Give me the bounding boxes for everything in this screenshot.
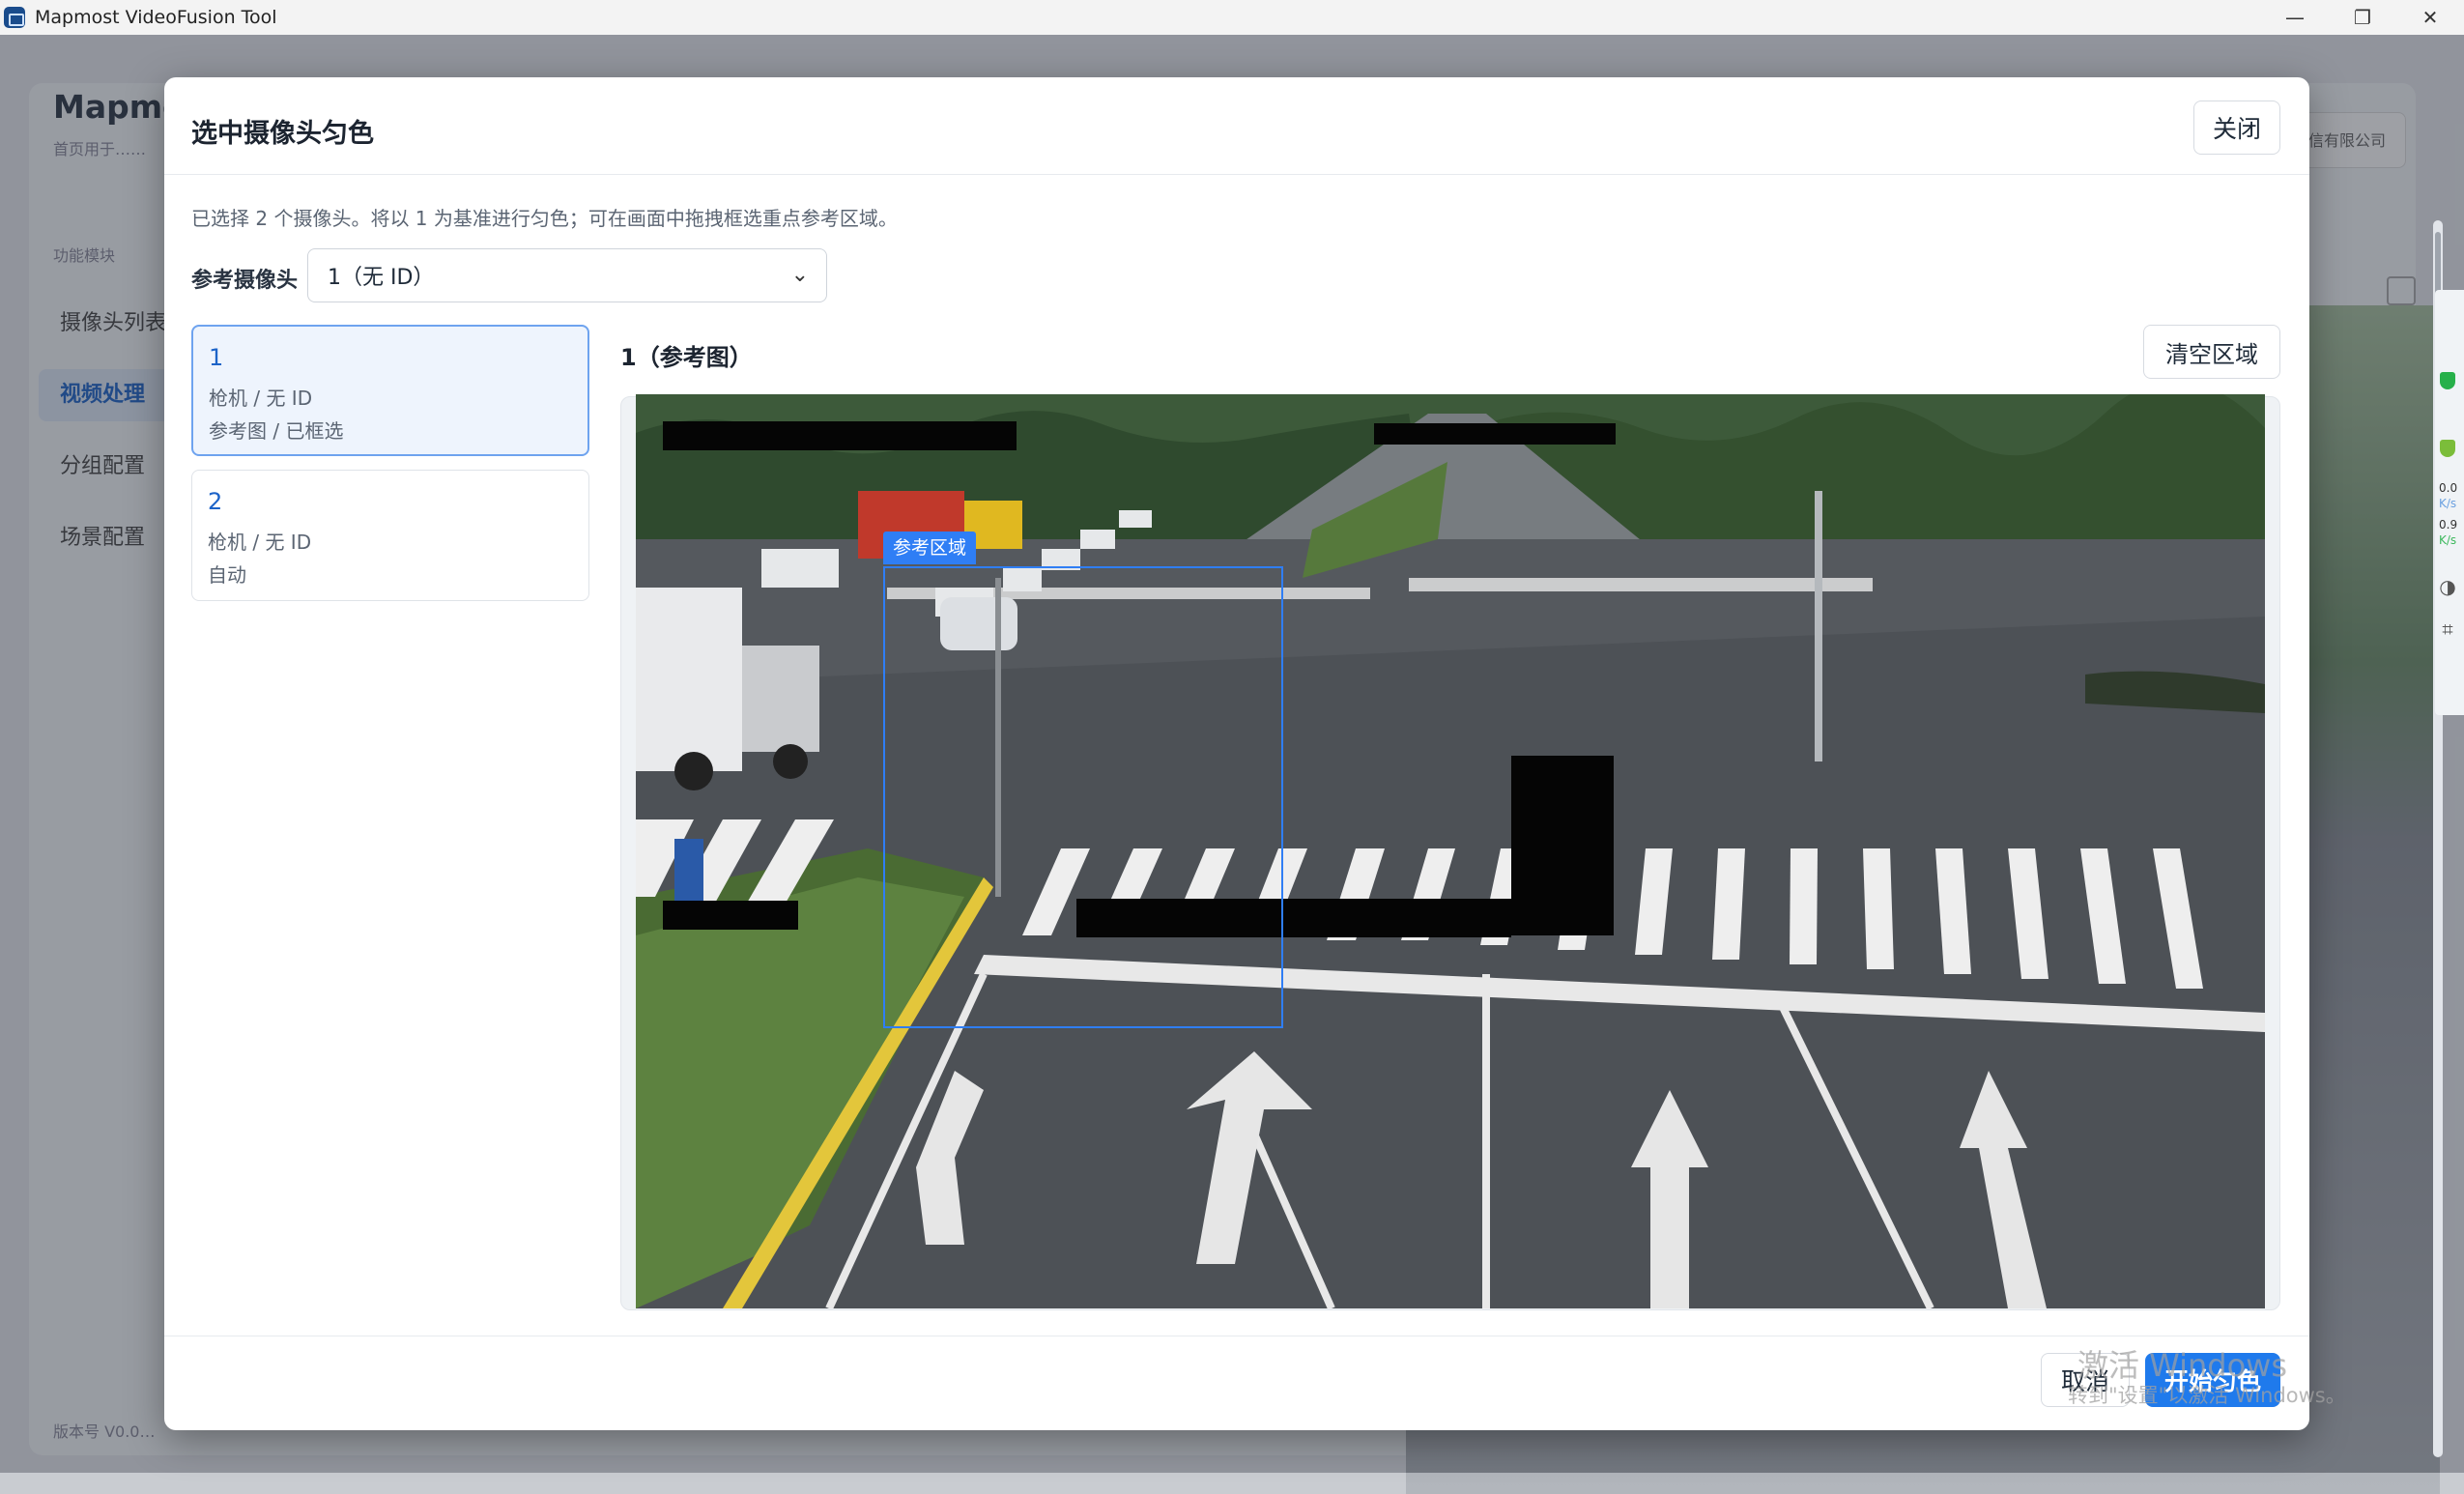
minimize-button[interactable]: — — [2261, 0, 2329, 35]
reference-camera-label: 参考摄像头 — [191, 269, 299, 293]
camera-status: 自动 — [208, 563, 246, 587]
download-speed: 0.9 — [2439, 518, 2458, 532]
reference-camera-frame[interactable] — [636, 394, 2265, 1308]
restore-icon: ❐ — [2354, 6, 2371, 29]
clear-region-button[interactable]: 清空区域 — [2143, 325, 2280, 379]
close-icon: ✕ — [2421, 6, 2439, 29]
upload-speed-unit: K/s — [2439, 497, 2457, 510]
camera-number: 1 — [209, 344, 224, 371]
chevron-down-icon: ⌄ — [790, 263, 809, 287]
window-titlebar: Mapmost VideoFusion Tool — ❐ ✕ — [0, 0, 2464, 36]
download-speed-unit: K/s — [2439, 533, 2457, 547]
dialog-footer — [164, 1336, 2309, 1431]
reference-region-box[interactable] — [883, 566, 1283, 1028]
dialog-hint: 已选择 2 个摄像头。将以 1 为基准进行匀色；可在画面中拖拽框选重点参考区域。 — [191, 207, 898, 230]
preview-title: 1（参考图） — [620, 344, 753, 371]
camera-card-1[interactable]: 1 枪机 / 无 ID 参考图 / 已框选 — [191, 325, 589, 456]
crop-icon[interactable]: ⌗ — [2437, 618, 2458, 640]
select-value: 1（无 ID） — [328, 266, 435, 290]
dialog-header: 选中摄像头匀色 — [164, 77, 2309, 175]
traffic-scene-image — [636, 394, 2265, 1308]
shield-icon — [2440, 440, 2455, 457]
app-logo-icon — [4, 7, 25, 28]
reference-region-tag: 参考区域 — [883, 532, 977, 564]
camera-card-2[interactable]: 2 枪机 / 无 ID 自动 — [191, 470, 589, 601]
close-button[interactable]: 关闭 — [2193, 101, 2280, 155]
reference-camera-select[interactable]: 1（无 ID） ⌄ — [307, 248, 827, 302]
swirl-icon[interactable]: ◑ — [2437, 576, 2458, 597]
camera-status: 参考图 / 已框选 — [209, 419, 344, 443]
dialog-title: 选中摄像头匀色 — [191, 119, 374, 149]
window-close-button[interactable]: ✕ — [2396, 0, 2464, 35]
window-controls: — ❐ ✕ — [2261, 0, 2464, 35]
color-match-dialog: 选中摄像头匀色 关闭 已选择 2 个摄像头。将以 1 为基准进行匀色；可在画面中… — [164, 77, 2309, 1430]
camera-type-id: 枪机 / 无 ID — [208, 531, 312, 554]
camera-number: 2 — [208, 488, 223, 515]
shield-icon — [2440, 372, 2455, 389]
window-title: Mapmost VideoFusion Tool — [35, 7, 277, 28]
minimize-icon: — — [2285, 6, 2305, 29]
upload-speed: 0.0 — [2439, 481, 2458, 495]
activation-watermark-text: 转到"设置"以激活 Windows。 — [2068, 1384, 2346, 1407]
restore-button[interactable]: ❐ — [2329, 0, 2396, 35]
camera-type-id: 枪机 / 无 ID — [209, 387, 313, 410]
